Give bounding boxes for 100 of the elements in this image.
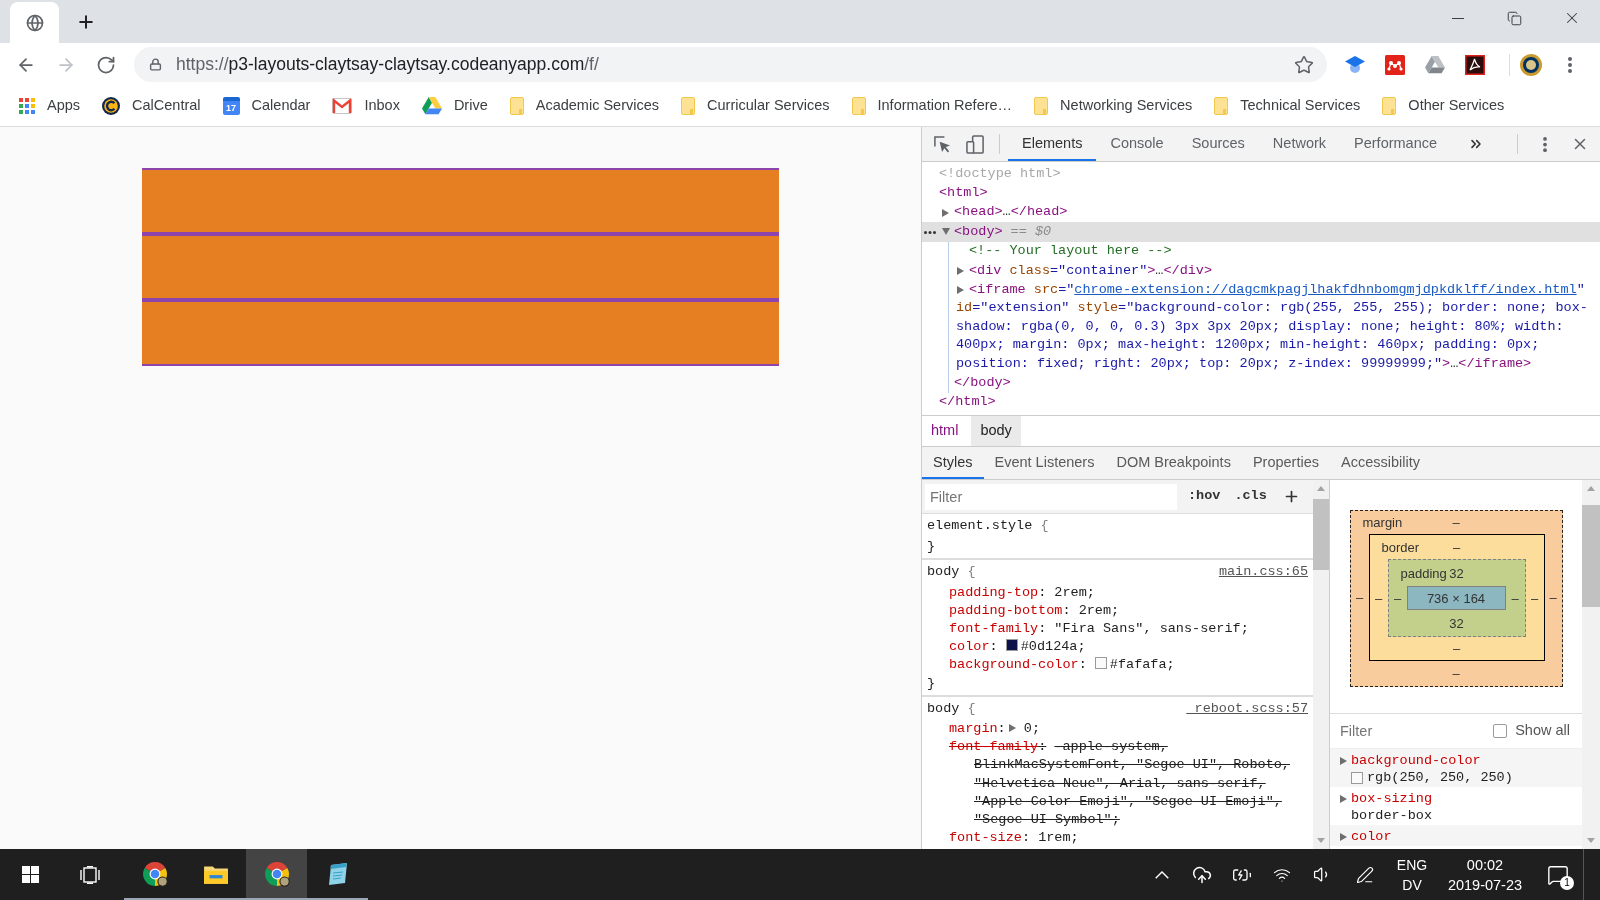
bookmark[interactable]: Curricular Services [675,92,836,120]
computed-property[interactable]: color [1330,825,1582,846]
folder-icon [1034,97,1049,115]
style-toggle-button[interactable]: :hov [1187,486,1222,507]
triangle-logo-icon [1425,55,1445,74]
kebab-menu-icon [1543,136,1547,152]
source-link[interactable]: main.css:65 [1218,563,1308,582]
devtools-tab[interactable]: Performance [1340,127,1452,161]
devtools-tab[interactable]: Console [1096,127,1178,161]
spacing-value: – [1511,591,1519,605]
caret-right-icon[interactable] [1008,724,1016,733]
devtools-tab[interactable]: Network [1258,127,1341,161]
css-value: #0d124a; [1020,639,1086,655]
clock-button[interactable]: 00:02 2019-07-23 [1437,849,1533,900]
spacing-value: – [1393,591,1402,605]
color-swatch[interactable] [1094,657,1107,670]
pen-icon [1355,865,1374,884]
caret-right-icon[interactable] [957,266,964,275]
browser-logo-icon [141,860,168,887]
spacing-value: – [1452,642,1461,655]
scrollbar-thumb[interactable] [1313,499,1329,570]
url-text[interactable]: https://p3-layouts-claytsay-claytsay.codeanyapp.com/f/ [176,51,599,78]
caret-right-icon[interactable] [957,286,964,295]
bookmark[interactable]: Inbox [326,92,406,120]
folder-icon [681,97,696,115]
dom-tree-row[interactable]: <head>…</head> [922,202,1600,223]
dom-node-text: </body> [954,374,1011,390]
caret-right-icon[interactable] [1340,756,1347,765]
dom-node-text: </html> [939,394,996,410]
show-all-checkbox[interactable]: Show all [1493,720,1570,742]
bookmark[interactable]: Information Refere… [845,92,1019,120]
bookmark[interactable]: CalCentral [96,92,207,120]
checkbox[interactable] [1493,724,1508,738]
browser-tab[interactable] [10,2,59,43]
caret-right-icon[interactable] [1340,832,1347,841]
browser-logo-icon [263,860,290,887]
spacing-value: – [1452,667,1460,680]
scrollbar[interactable] [1582,480,1600,849]
css-value: rgb(250, 250, 250) [1367,769,1513,786]
dom-tree-row[interactable]: <html> [922,183,1600,203]
layer-label: margin [1362,516,1403,529]
css-declaration: font-family: "Fira Sans", sans-serif; [949,620,1249,638]
css-selector: body { [927,563,976,582]
style-toggle-button[interactable]: .cls [1233,486,1268,507]
inspect-cursor-icon [932,134,952,154]
bookmark[interactable]: Networking Services [1028,92,1199,120]
layer-label: border [1381,540,1420,554]
css-property: box-sizing [1351,790,1432,807]
calendar-favicon: 17 [222,97,240,115]
css-declaration: font-size: 1rem; [949,829,1079,848]
css-value: #fafafa; [1109,657,1175,673]
profile-avatar [1519,52,1543,77]
dom-tree-row[interactable]: <iframe src="chrome-extension://dagcmkpagjlhakfdhnbomgmjdpkdklff/index.html" id="extension" style="background-color: rgb(255, 255, 255); border: none; box-shadow: rgba(0, 0, 0, 0.3) 3px 3px 20px; display: none; height: 80%; width: 400px; margin: 0px; max-height: 1200px; min-height: 460px; padding: 0px; position: fixed; right: 20px; top: 20px; z-index: 99999999;">…</iframe> [949,280,1600,374]
filter-field[interactable]: Filter [925,483,1177,510]
cloud-upload-icon [1192,864,1212,885]
more-dots-icon[interactable] [924,231,936,235]
closing-brace: } [927,674,936,693]
notifications-button[interactable]: 1 [1533,849,1583,900]
bookmark[interactable]: Drive [415,92,494,120]
taskbar-app-button[interactable] [246,849,307,900]
css-property: color: [949,639,998,655]
devtools-tab[interactable]: Sources [1177,127,1259,161]
bookmark[interactable]: Other Services [1376,92,1511,120]
caret-down-icon[interactable] [942,228,950,236]
panel-tab[interactable]: Properties [1241,447,1330,479]
color-swatch[interactable] [1005,639,1018,652]
css-value: 0; [1023,721,1041,737]
source-link[interactable]: _reboot.scss:57 [1186,699,1308,719]
panel-tab[interactable]: Event Listeners [983,447,1106,479]
plus-icon [76,12,96,32]
devtools-tab[interactable]: Elements [1008,127,1097,161]
computed-property[interactable]: background-color rgb(250, 250, 250) [1330,749,1582,787]
breadcrumb[interactable]: html [922,416,968,446]
css-property: background-color: [949,657,1087,673]
bookmark[interactable]: Technical Services [1208,92,1367,120]
caret-right-icon[interactable] [1340,794,1347,803]
dom-tree-row[interactable]: <div class="container">…</div> [949,261,1600,281]
input-language-button[interactable]: ENG DV [1387,849,1437,900]
spacing-value: – [1355,591,1364,604]
minimize-icon [1451,17,1464,19]
spacing-value: – [1530,591,1539,605]
bookmark[interactable]: Academic Services [503,92,666,120]
spacing-value: – [1452,516,1460,529]
bookmark[interactable]: Apps [13,92,87,120]
panel-tab[interactable]: Accessibility [1330,447,1431,479]
breadcrumb[interactable]: body [971,416,1021,446]
bookmark[interactable]: 17 Calendar [216,92,317,120]
panel-tab[interactable]: DOM Breakpoints [1105,447,1242,479]
scrollbar-thumb[interactable] [1582,505,1600,607]
caret-right-icon[interactable] [942,208,949,217]
css-property: margin: [949,721,1006,737]
folder-icon [509,97,524,115]
spacing-value: – [1549,591,1557,604]
dom-tree-row[interactable]: <body> == $0 [922,222,1600,242]
color-swatch[interactable] [1351,771,1363,784]
scrollbar[interactable] [1313,480,1329,849]
css-declaration: padding-bottom: 2rem; [949,601,1120,620]
dom-tree-row[interactable]: <!-- Your layout here --> [949,241,1600,262]
globe-icon [25,13,44,32]
link[interactable]: chrome-extension://dagcmkpagjlhakfdhnbomgmjdpkdklff/index.html [1074,281,1577,297]
